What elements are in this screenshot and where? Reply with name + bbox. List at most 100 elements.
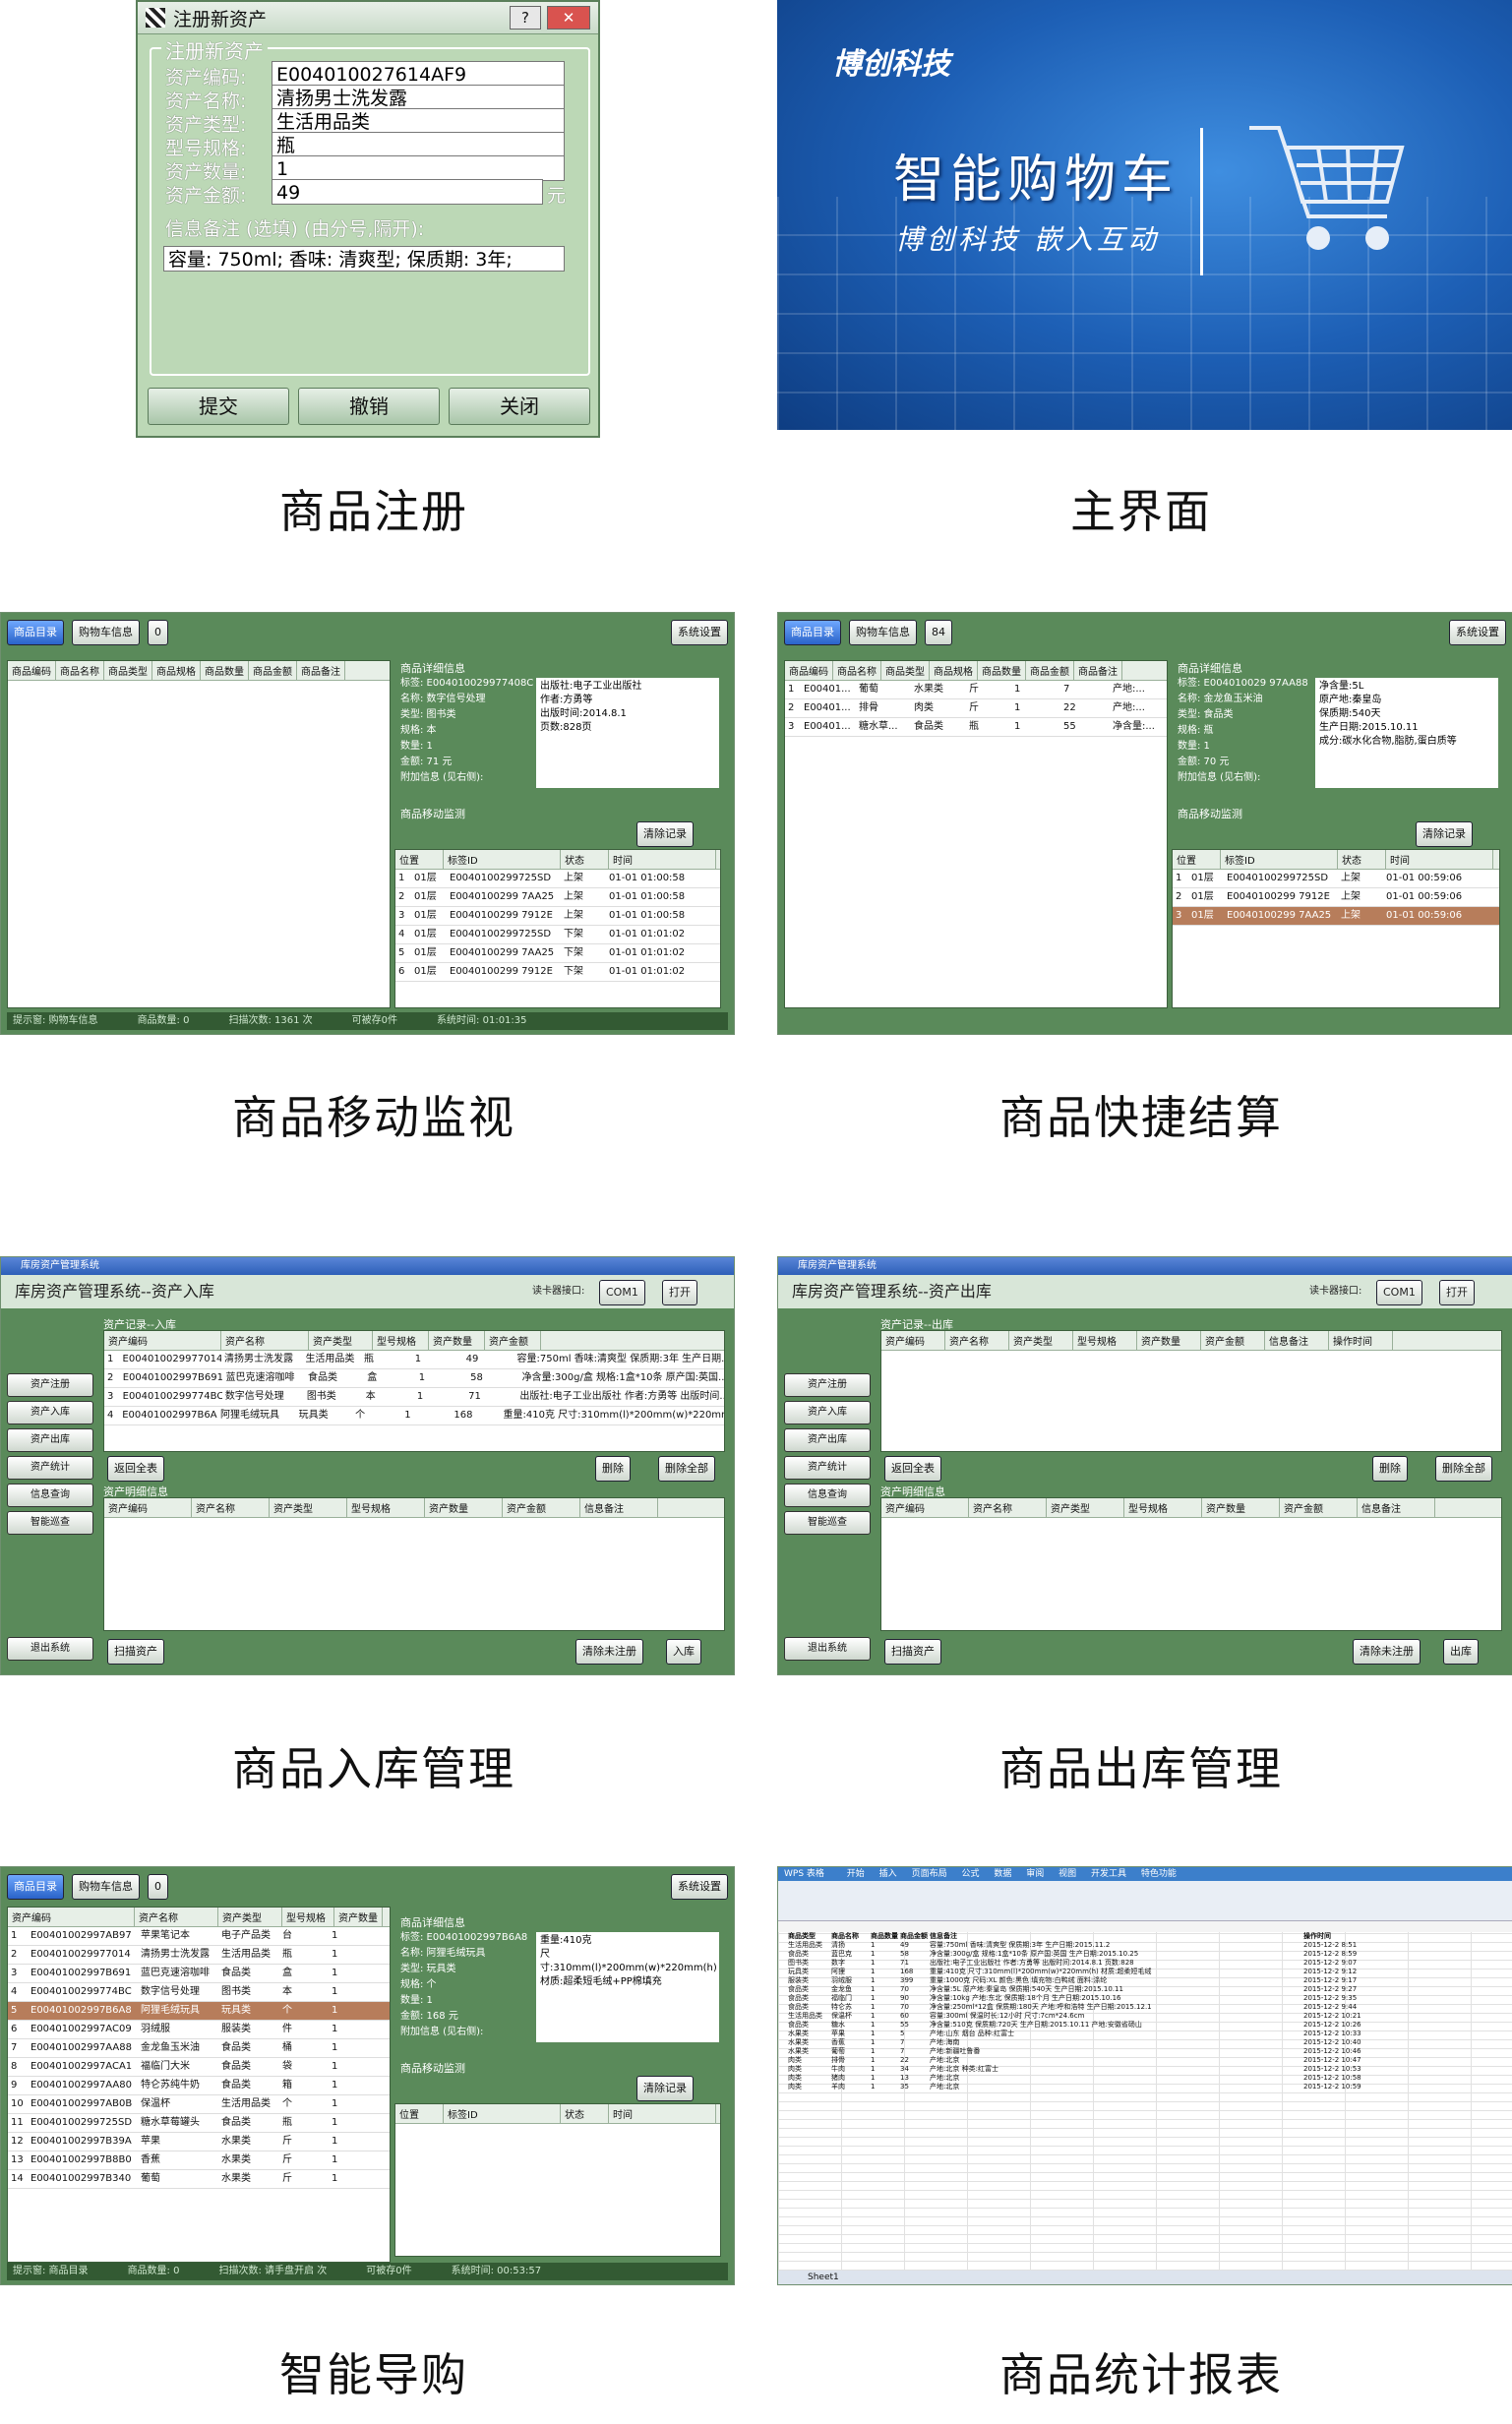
settings-button[interactable]: 系统设置 <box>1449 620 1506 645</box>
table-row[interactable]: 3 E00401002997B691 蓝巴克速溶咖啡 食品类盒 1 <box>8 1965 390 1983</box>
table-row-selected[interactable]: 3 01层 E0040100299 7AA25 上架 01-01 00:59:06 <box>1173 907 1499 926</box>
sheet-row[interactable]: 生活用品类 保温杯 1 60 容量:300ml 保温时长:12小时 尺寸:7cm*24.… <box>778 2012 1512 2021</box>
back-all-button[interactable]: 返回全表 <box>107 1456 164 1482</box>
delete-button[interactable]: 删除 <box>1372 1456 1408 1482</box>
table-row[interactable]: 1 E00401... 葡萄 水果类斤 1 7 产地:... <box>785 681 1167 699</box>
menu-stockin[interactable]: 资产入库 <box>7 1401 93 1424</box>
asset-code-input[interactable]: E004010027614AF9 <box>272 61 565 87</box>
clear-records-button[interactable]: 清除记录 <box>1416 821 1473 847</box>
table-row[interactable]: 1 E004010029977014 清扬男士洗发露 生活用品类瓶 1 49 容量:750m… <box>104 1351 724 1369</box>
open-button[interactable]: 打开 <box>662 1280 697 1305</box>
menu-stockin[interactable]: 资产入库 <box>784 1401 871 1424</box>
menu-patrol[interactable]: 智能巡查 <box>784 1511 871 1535</box>
delete-all-button[interactable]: 删除全部 <box>1435 1456 1492 1482</box>
clear-unregistered-button[interactable]: 清除未注册 <box>1353 1639 1421 1665</box>
sheet-row[interactable]: 食品类 福临门 1 90 净含量:10kg 产地:东北 保质期:18个月 生产日期:20… <box>778 1994 1512 2003</box>
menu-stats[interactable]: 资产统计 <box>784 1456 871 1480</box>
sheet-row[interactable]: 食品类 金龙鱼 1 70 净含量:5L 原产地:秦皇岛 保质期:540天 生产日期:20… <box>778 1985 1512 1994</box>
ribbon-tab[interactable]: 页面布局 <box>912 1869 947 1879</box>
table-row[interactable]: 2 01层 E0040100299 7AA25 上架 01-01 01:00:58 <box>395 888 720 907</box>
settings-button[interactable]: 系统设置 <box>671 1874 728 1900</box>
menu-register[interactable]: 资产注册 <box>784 1373 871 1397</box>
sheet-row[interactable]: 生活用品类 清扬 1 49 容量:750ml 香味:清爽型 保质期:3年 生产日期:20… <box>778 1941 1512 1950</box>
ribbon-tab[interactable]: 特色功能 <box>1141 1869 1177 1879</box>
table-row[interactable]: 4 E00401002997B6A8 阿狸毛绒玩具 玩具类个 1 168 重量:410克 尺… <box>104 1407 724 1425</box>
table-row-selected[interactable]: 5 E00401002997B6A8 阿狸毛绒玩具 玩具类个 1 <box>8 2002 390 2021</box>
sheet-row[interactable]: 水果类 葡萄 1 7 产地:新疆吐鲁番 2015-12-2 10:46 <box>778 2047 1512 2056</box>
table-row[interactable]: 11 E0040100299725SD 糖水草莓罐头 食品类瓶 1 <box>8 2114 390 2133</box>
table-row[interactable]: 2 E00401... 排骨 肉类斤 1 22 产地:... <box>785 699 1167 718</box>
table-row[interactable]: 6 E00401002997AC09 羽绒服 服装类件 1 <box>8 2021 390 2039</box>
tab-cart[interactable]: 购物车信息 <box>849 620 917 645</box>
sheet-tab[interactable]: Sheet1 <box>808 2272 839 2282</box>
menu-stockout[interactable]: 资产出库 <box>784 1428 871 1452</box>
tab-catalog[interactable]: 商品目录 <box>7 1874 64 1900</box>
remark-input[interactable]: 容量: 750ml; 香味: 清爽型; 保质期: 3年; <box>163 246 565 272</box>
table-row[interactable]: 10 E00401002997AB0B 保温杯 生活用品类个 1 <box>8 2095 390 2114</box>
sheet-row[interactable]: 食品类 蓝巴克 1 58 净含量:300g/盒 规格:1盒*10条 原产国:英国 生产日… <box>778 1950 1512 1959</box>
table-row[interactable]: 8 E00401002997ACA1 福临门大米 食品类袋 1 <box>8 2058 390 2077</box>
clear-unregistered-button[interactable]: 清除未注册 <box>575 1639 643 1665</box>
submit-button[interactable]: 提交 <box>148 388 289 425</box>
back-all-button[interactable]: 返回全表 <box>884 1456 941 1482</box>
sheet-grid[interactable]: 商品类型 商品名称 商品数量 商品金额 信息备注 操作时间 生活用品类 清扬 1 49 容量:75… <box>778 1932 1512 2271</box>
delete-all-button[interactable]: 删除全部 <box>658 1456 715 1482</box>
open-button[interactable]: 打开 <box>1439 1280 1475 1305</box>
ribbon-tab[interactable]: 审阅 <box>1026 1869 1044 1879</box>
menu-exit[interactable]: 退出系统 <box>784 1637 871 1661</box>
app-name[interactable]: WPS 表格 <box>784 1869 824 1879</box>
tab-catalog[interactable]: 商品目录 <box>7 620 64 645</box>
sheet-row[interactable]: 图书类 数字 1 71 出版社:电子工业出版社 作者:方勇等 出版时间:2014.8.1… <box>778 1959 1512 1968</box>
sheet-row[interactable]: 肉类 牛肉 1 34 产地:北京 种类:红富士 2015-12-2 10:53 <box>778 2065 1512 2074</box>
scan-button[interactable]: 扫描资产 <box>884 1639 941 1665</box>
ribbon-tab[interactable]: 数据 <box>994 1869 1011 1879</box>
table-row[interactable]: 4 01层 E0040100299725SD 下架 01-01 01:01:02 <box>395 926 720 944</box>
asset-type-input[interactable]: 生活用品类 <box>272 108 565 134</box>
table-row[interactable]: 13 E00401002997B8B0 香蕉 水果类斤 1 <box>8 2151 390 2170</box>
stockout-confirm-button[interactable]: 出库 <box>1443 1639 1479 1665</box>
sheet-row[interactable]: 水果类 苹果 1 5 产地:山东 烟台 品种:红富士 2015-12-2 10:33 <box>778 2030 1512 2038</box>
port-select[interactable]: COM1 <box>1376 1280 1422 1305</box>
close-button[interactable]: ✕ <box>547 6 590 30</box>
clear-records-button[interactable]: 清除记录 <box>636 2076 694 2101</box>
asset-name-input[interactable]: 清扬男士洗发露 <box>272 85 565 110</box>
menu-register[interactable]: 资产注册 <box>7 1373 93 1397</box>
ribbon-tab[interactable]: 开始 <box>847 1869 865 1879</box>
table-row[interactable]: 5 01层 E0040100299 7AA25 下架 01-01 01:01:02 <box>395 944 720 963</box>
table-row[interactable]: 4 E0040100299774BC 数字信号处理 图书类本 1 <box>8 1983 390 2002</box>
tab-cart[interactable]: 购物车信息 <box>72 620 140 645</box>
table-row[interactable]: 3 E00401... 糖水草... 食品类瓶 1 55 净含量:... <box>785 718 1167 737</box>
tab-catalog[interactable]: 商品目录 <box>784 620 841 645</box>
asset-amount-input[interactable]: 49 <box>272 179 543 205</box>
table-row[interactable]: 1 01层 E0040100299725SD 上架 01-01 01:00:58 <box>395 870 720 888</box>
sheet-row[interactable]: 服装类 羽绒服 1 399 重量:1000克 尺码:XL 颜色:黑色 填充物:白鸭绒 面… <box>778 1976 1512 1985</box>
table-row[interactable]: 3 E0040100299774BC 数字信号处理 图书类本 1 71 出版社:电子工业出版… <box>104 1388 724 1407</box>
table-row[interactable]: 2 E00401002997B691 蓝巴克速溶咖啡 食品类盒 1 58 净含量:300g/… <box>104 1369 724 1388</box>
sheet-row[interactable]: 肉类 羊肉 1 35 产地:北京 2015-12-2 10:59 <box>778 2083 1512 2091</box>
table-row[interactable]: 14 E00401002997B340 葡萄 水果类斤 1 <box>8 2170 390 2189</box>
scan-button[interactable]: 扫描资产 <box>107 1639 164 1665</box>
sheet-row[interactable]: 肉类 排骨 1 22 产地:北京 2015-12-2 10:47 <box>778 2056 1512 2065</box>
stockin-confirm-button[interactable]: 入库 <box>666 1639 701 1665</box>
port-select[interactable]: COM1 <box>599 1280 645 1305</box>
close-dialog-button[interactable]: 关闭 <box>449 388 590 425</box>
table-row[interactable]: 12 E00401002997B39A 苹果 水果类斤 1 <box>8 2133 390 2151</box>
tab-cart[interactable]: 购物车信息 <box>72 1874 140 1900</box>
menu-query[interactable]: 信息查询 <box>7 1484 93 1507</box>
menu-stats[interactable]: 资产统计 <box>7 1456 93 1480</box>
asset-spec-input[interactable]: 瓶 <box>272 132 565 157</box>
menu-exit[interactable]: 退出系统 <box>7 1637 93 1661</box>
sheet-row[interactable]: 食品类 特仑苏 1 70 净含量:250ml*12盒 保质期:180天 产地:呼和浩特 … <box>778 2003 1512 2012</box>
menu-query[interactable]: 信息查询 <box>784 1484 871 1507</box>
asset-qty-input[interactable]: 1 <box>272 155 565 181</box>
ribbon-tab[interactable]: 视图 <box>1058 1869 1076 1879</box>
sheet-row[interactable]: 食品类 糖水 1 55 净含量:510克 保质期:720天 生产日期:2015.10.1… <box>778 2021 1512 2030</box>
table-row[interactable]: 6 01层 E0040100299 7912E 下架 01-01 01:01:02 <box>395 963 720 982</box>
sheet-row[interactable]: 玩具类 阿狸 1 168 重量:410克 尺寸:310mm(l)*200mm(w)*22… <box>778 1968 1512 1976</box>
ribbon-tab[interactable]: 公式 <box>961 1869 979 1879</box>
table-row[interactable]: 9 E00401002997AA80 特仑苏纯牛奶 食品类箱 1 <box>8 2077 390 2095</box>
help-button[interactable]: ? <box>510 6 541 30</box>
table-row[interactable]: 3 01层 E0040100299 7912E 上架 01-01 01:00:58 <box>395 907 720 926</box>
settings-button[interactable]: 系统设置 <box>671 620 728 645</box>
clear-records-button[interactable]: 清除记录 <box>636 821 694 847</box>
